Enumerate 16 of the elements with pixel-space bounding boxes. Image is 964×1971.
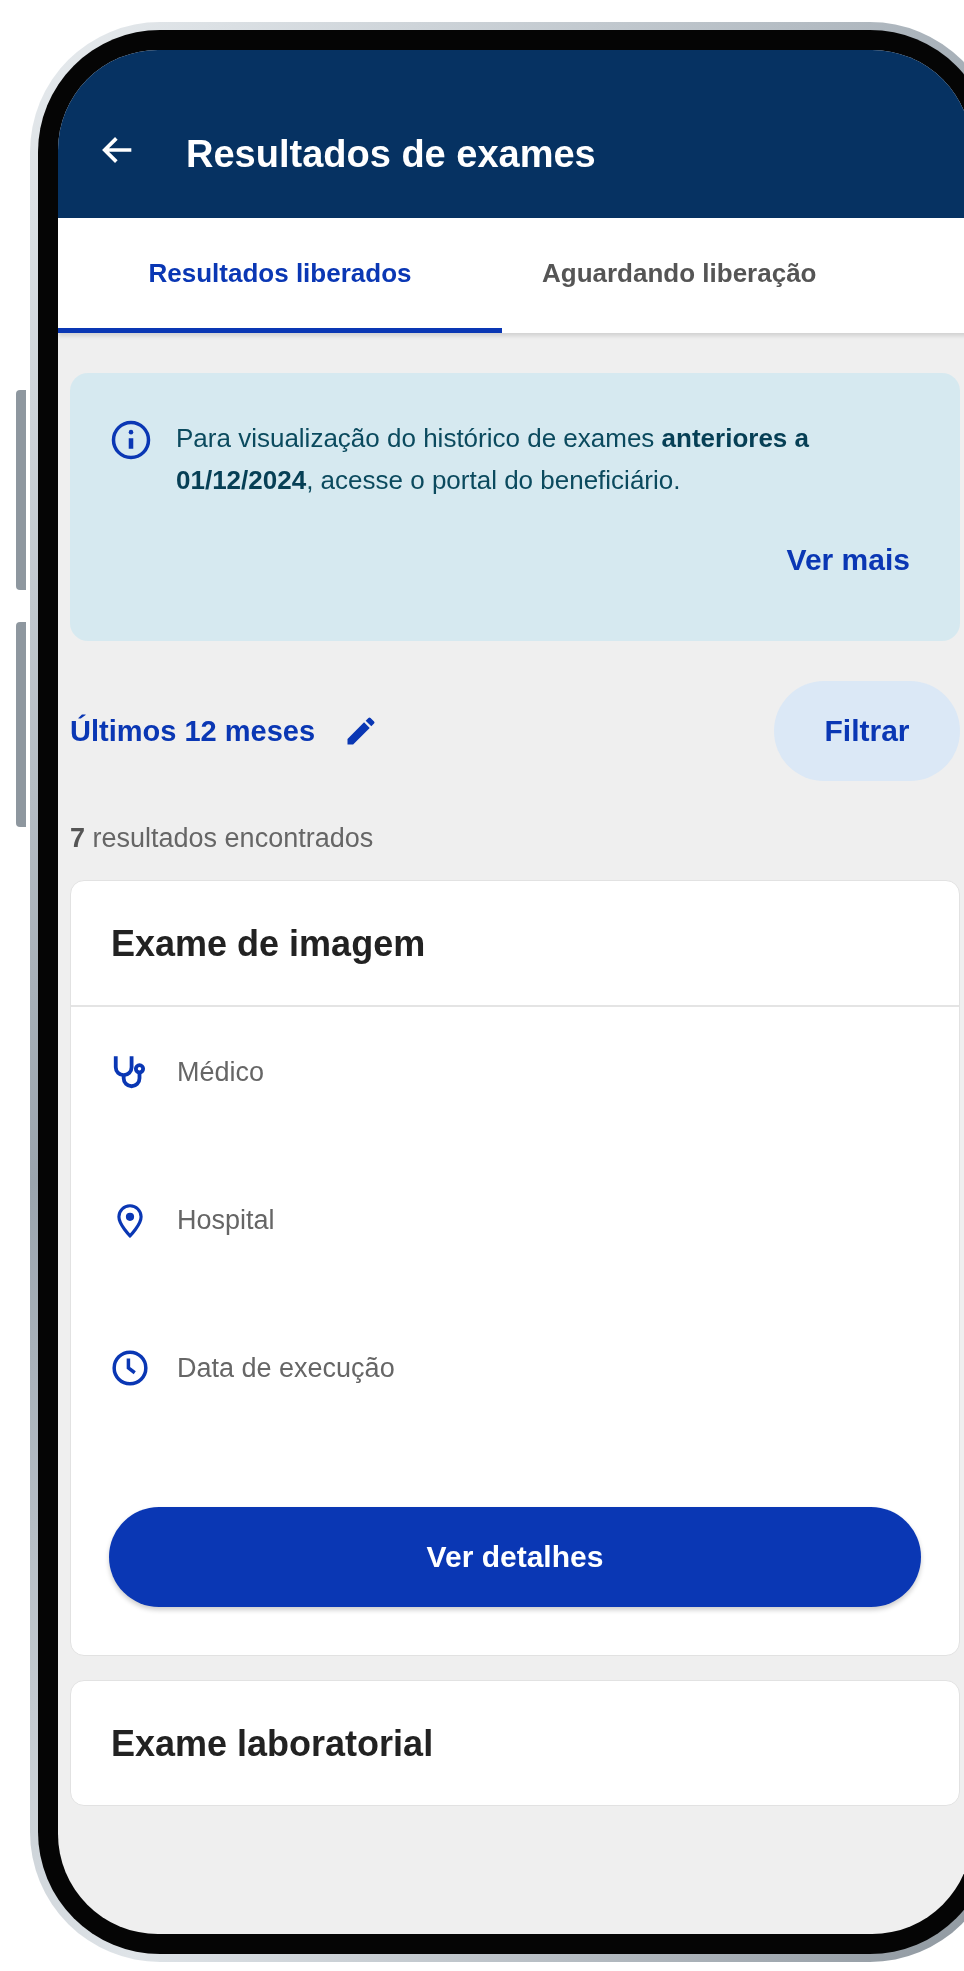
- period-selector[interactable]: Últimos 12 meses: [70, 713, 379, 749]
- field-label: Médico: [177, 1056, 265, 1088]
- filter-button[interactable]: Filtrar: [774, 681, 960, 781]
- tab[interactable]: Resultados liberados: [58, 218, 502, 333]
- screen-title: Resultados de exames: [186, 133, 596, 176]
- details-button[interactable]: Ver detalhes: [109, 1507, 921, 1607]
- card-title: Exame laboratorial: [110, 1722, 435, 1766]
- field-label: Hospital: [177, 1204, 275, 1236]
- tab[interactable]: Aguardando liberação: [502, 218, 964, 333]
- field-label: Data de execução: [177, 1352, 395, 1384]
- card-title: Exame de imagem: [71, 881, 959, 1007]
- info-icon: [110, 419, 152, 461]
- results-count: 7 resultados encontrados: [70, 823, 375, 854]
- info-text: Para visualização do histórico de exames anteriores a 01/12/2024, acesse o portal do beneficiário.: [176, 422, 810, 497]
- see-more-link[interactable]: Ver mais: [786, 543, 910, 577]
- clock-icon: [111, 1349, 149, 1387]
